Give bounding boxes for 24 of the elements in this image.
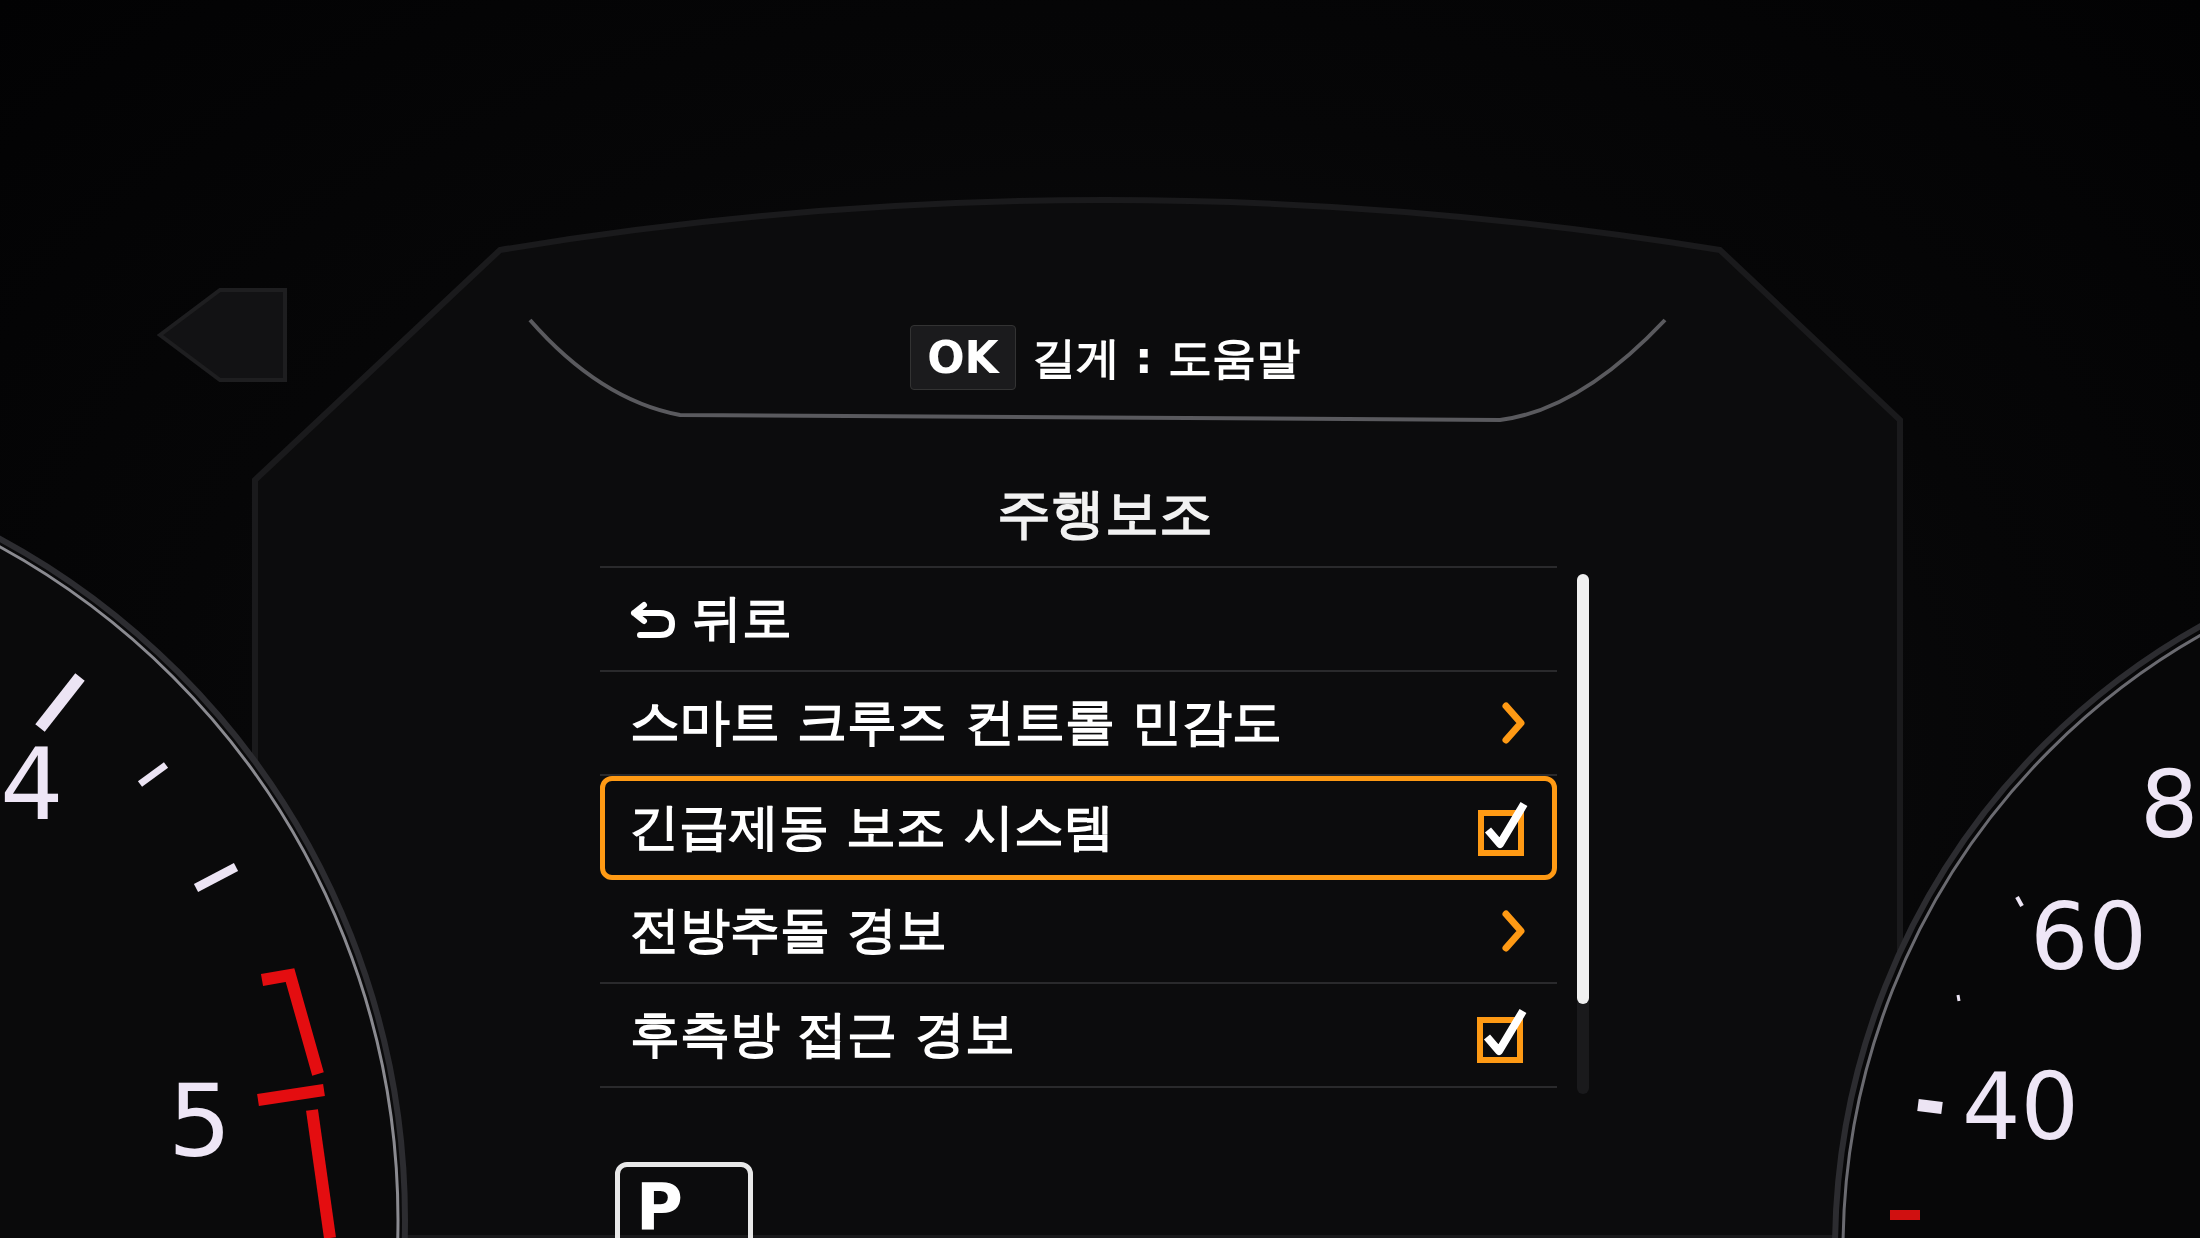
menu-item[interactable]: 후측방 접근 경보 [600,983,1557,1088]
menu-item-label: 후측방 접근 경보 [630,1004,1015,1066]
menu-item[interactable]: 뒤로 [600,567,1557,672]
tachometer-number: 4 [0,735,64,835]
help-hint: 길게 : 도움말 [1031,331,1300,385]
menu-title: 주행보조 [997,481,1213,547]
gear-indicator: P [615,1162,753,1238]
speedometer-number: 40 [1962,1062,2080,1154]
left-arrow-icon [156,288,287,382]
menu-item[interactable]: 스마트 크루즈 컨트롤 민감도 [600,671,1557,776]
chevron-right-icon [1501,700,1527,745]
tachometer-number: 5 [168,1072,232,1172]
menu-item[interactable]: 전방추돌 경보 [600,879,1557,984]
menu-item-label: 긴급제동 보조 시스템 [629,797,1114,859]
checkbox[interactable] [1477,1006,1527,1063]
menu-item-label: 스마트 크루즈 컨트롤 민감도 [630,692,1283,754]
checkbox[interactable] [1478,799,1528,856]
menu-item[interactable]: 긴급제동 보조 시스템 [600,775,1557,880]
chevron-right-icon [1501,908,1527,953]
speedometer-number: 8 [2140,760,2199,852]
speedometer-number: 60 [2030,892,2148,984]
menu-item-label: 뒤로 [692,588,792,650]
ok-key-label: OK [910,325,1016,390]
menu-item-label: 전방추돌 경보 [630,900,948,962]
